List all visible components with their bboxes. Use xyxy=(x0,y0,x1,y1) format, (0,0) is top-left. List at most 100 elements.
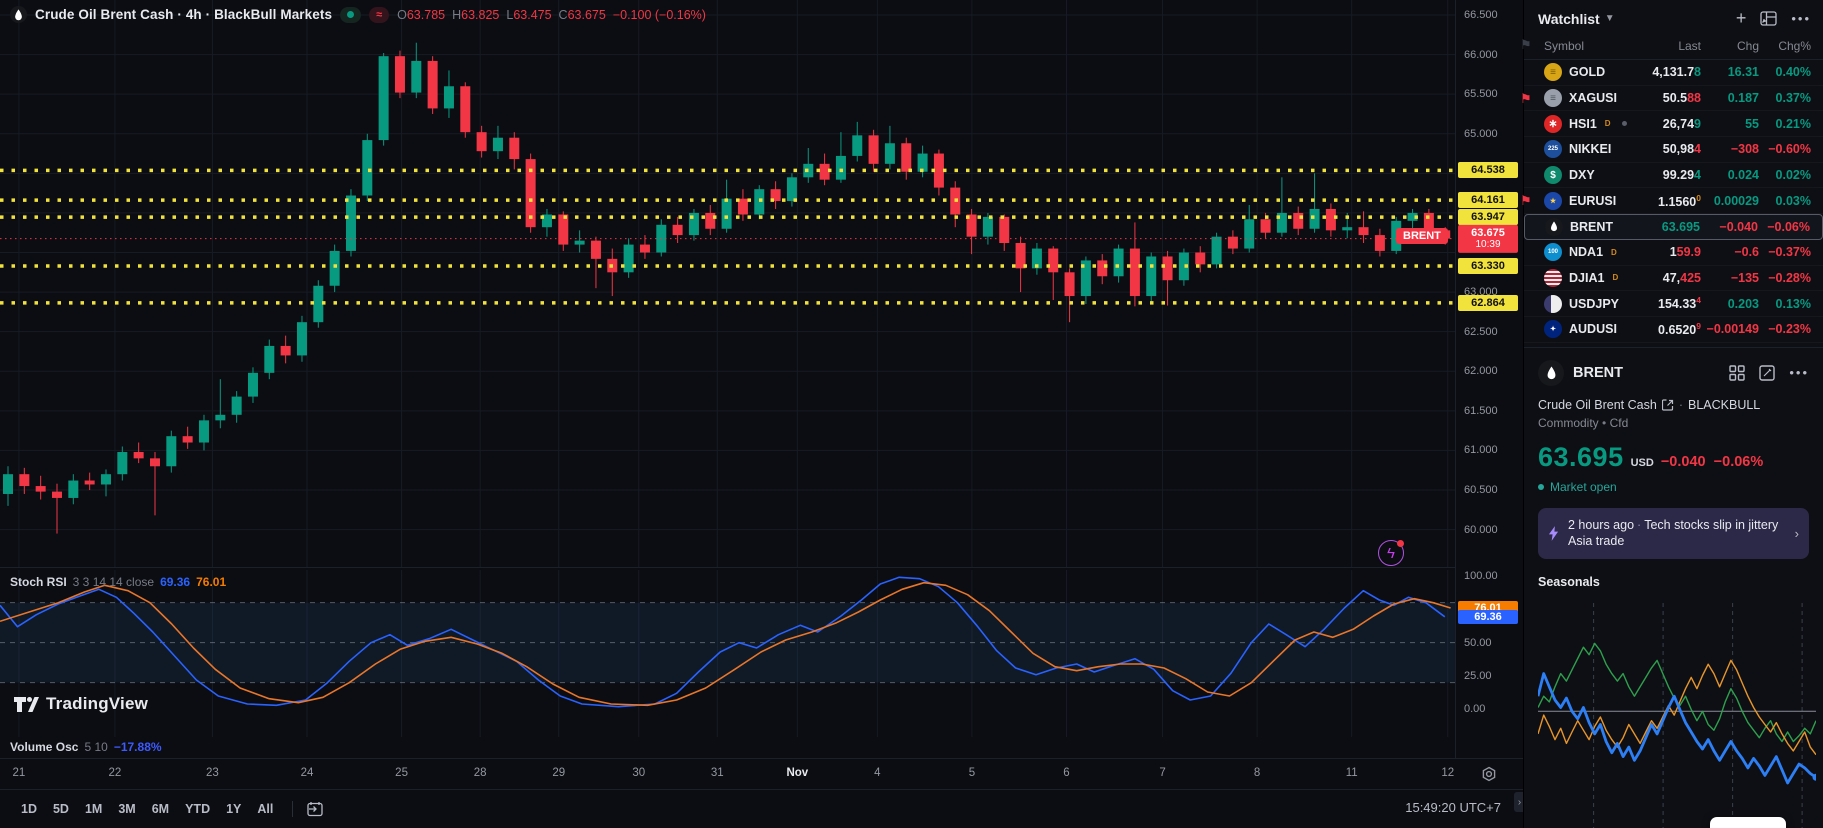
watchlist-row-eurusi[interactable]: ⚑★EURUSI1.156000.000290.03% xyxy=(1524,188,1823,214)
time-tick: 12 xyxy=(1441,767,1454,779)
symbol-name: AUDUSI xyxy=(1569,322,1617,336)
watchlist-row-brent[interactable]: BRENT63.695−0.040−0.06% xyxy=(1524,214,1823,240)
symbol-name: DXY xyxy=(1569,168,1595,182)
tradingview-app: Crude Oil Brent Cash · 4h · BlackBull Ma… xyxy=(0,0,1823,828)
tradingview-logo[interactable]: TradingView xyxy=(13,694,148,714)
watchlist-header: Watchlist▼ + ••• xyxy=(1524,0,1823,35)
chg-value: −0.040 xyxy=(1700,220,1758,234)
watchlist-row-audusi[interactable]: ✦AUDUSI0.65209−0.00149−0.23% xyxy=(1524,317,1823,343)
flag-column-icon[interactable]: ⚑ xyxy=(1520,37,1532,53)
watchlist-title-menu[interactable]: Watchlist▼ xyxy=(1538,11,1615,27)
news-card[interactable]: 2 hours ago·Tech stocks slip in jittery … xyxy=(1538,508,1809,560)
symbol-name: NDA1 xyxy=(1569,245,1603,259)
watchlist-columns: ⚑ Symbol Last Chg Chg% xyxy=(1524,35,1823,60)
detail-price: 63.695 xyxy=(1538,442,1624,473)
chg-pct-value: 0.03% xyxy=(1759,194,1811,208)
chart-region: Crude Oil Brent Cash · 4h · BlackBull Ma… xyxy=(0,0,1523,828)
price-tick: 25.00 xyxy=(1464,670,1492,682)
range-6m[interactable]: 6M xyxy=(145,798,176,820)
watchlist-row-dxy[interactable]: $DXY99.2940.0240.02% xyxy=(1524,163,1823,189)
chart-canvas[interactable] xyxy=(0,0,1455,758)
time-tick: 7 xyxy=(1159,767,1165,779)
flag-icon[interactable]: ⚑ xyxy=(1520,91,1532,107)
chart-legend: Crude Oil Brent Cash · 4h · BlackBull Ma… xyxy=(10,6,706,23)
price-tag: 62.864 xyxy=(1458,295,1518,311)
visibility-toggle-icon[interactable] xyxy=(340,7,361,23)
seasonals-title: Seasonals xyxy=(1538,575,1817,589)
watchlist-row-usdjpy[interactable]: USDJPY154.3340.2030.13% xyxy=(1524,291,1823,317)
chg-pct-value: 0.02% xyxy=(1759,168,1811,182)
time-tick: 21 xyxy=(13,767,26,779)
range-3m[interactable]: 3M xyxy=(111,798,142,820)
chg-pct-value: 0.37% xyxy=(1759,91,1811,105)
clock[interactable]: 15:49:20 UTC+7 xyxy=(1405,800,1501,815)
audusi-icon: ✦ xyxy=(1544,320,1562,338)
add-symbol-icon[interactable]: + xyxy=(1736,8,1747,29)
chg-pct-value: −0.37% xyxy=(1759,245,1811,259)
edit-icon[interactable] xyxy=(1759,365,1775,381)
chg-value: −135 xyxy=(1701,271,1759,285)
stoch-rsi-legend: Stoch RSI 3 3 14 14 close 69.36 76.01 xyxy=(10,575,226,589)
last-value: 63.695 xyxy=(1638,220,1700,234)
tradingview-logo-icon xyxy=(13,696,39,713)
price-axis[interactable]: 66.50066.00065.50065.00063.00062.50062.0… xyxy=(1455,0,1521,758)
watchlist-row-gold[interactable]: ≡GOLD4,131.7816.310.40% xyxy=(1524,60,1823,86)
chart-title[interactable]: Crude Oil Brent Cash · 4h · BlackBull Ma… xyxy=(35,7,332,22)
wave-toggle-icon[interactable]: ≈ xyxy=(369,7,389,23)
price-tag: 69.36 xyxy=(1458,610,1518,624)
price-tick: 61.500 xyxy=(1464,405,1498,417)
column-symbol[interactable]: Symbol xyxy=(1544,39,1639,53)
chg-pct-value: −0.06% xyxy=(1758,220,1810,234)
range-ytd[interactable]: YTD xyxy=(178,798,217,820)
column-last[interactable]: Last xyxy=(1639,39,1701,53)
time-axis[interactable]: 212223242528293031Nov456781112 xyxy=(0,758,1523,789)
external-link-icon[interactable] xyxy=(1662,399,1674,411)
time-tick: 23 xyxy=(206,767,219,779)
last-value: 26,749 xyxy=(1639,117,1701,131)
time-tick: 6 xyxy=(1063,767,1069,779)
spark-button[interactable]: ϟ xyxy=(1378,540,1404,566)
chg-value: 0.203 xyxy=(1701,297,1759,311)
market-open-dot-icon xyxy=(1538,484,1544,490)
watchlist-row-nda1[interactable]: 100NDA1D159.9−0.6−0.37% xyxy=(1524,240,1823,266)
delayed-badge: D xyxy=(1611,248,1617,257)
symbol-name: GOLD xyxy=(1569,65,1605,79)
watchlist-more-icon[interactable]: ••• xyxy=(1791,11,1811,26)
range-1d[interactable]: 1D xyxy=(14,798,44,820)
range-1m[interactable]: 1M xyxy=(78,798,109,820)
detail-more-icon[interactable]: ••• xyxy=(1789,365,1809,381)
seasonals-chart[interactable]: ITRoom xyxy=(1538,599,1817,828)
detail-description[interactable]: Crude Oil Brent Cash xyxy=(1538,398,1657,412)
time-tick: 25 xyxy=(395,767,408,779)
itroom-tooltip: ITRoom xyxy=(1710,817,1786,828)
price-tick: 65.500 xyxy=(1464,88,1498,100)
last-value: 1.15600 xyxy=(1639,193,1701,209)
column-chg[interactable]: Chg xyxy=(1701,39,1759,53)
open-list-icon[interactable] xyxy=(1760,11,1777,26)
axis-settings-icon[interactable] xyxy=(1479,764,1499,784)
watchlist-rows: ≡GOLD4,131.7816.310.40%⚑≡XAGUSI50.5880.1… xyxy=(1524,60,1823,343)
time-tick: 31 xyxy=(711,767,724,779)
flag-icon[interactable]: ⚑ xyxy=(1520,193,1532,209)
chg-pct-value: 0.21% xyxy=(1759,117,1811,131)
range-all[interactable]: All xyxy=(250,798,280,820)
watchlist-row-nikkei[interactable]: 225NIKKEI50,984−308−0.60% xyxy=(1524,137,1823,163)
watchlist-row-hsi1[interactable]: ∗HSI1D26,749550.21% xyxy=(1524,111,1823,137)
watchlist-row-xagusi[interactable]: ⚑≡XAGUSI50.5880.1870.37% xyxy=(1524,86,1823,112)
xagusi-icon: ≡ xyxy=(1544,89,1562,107)
layout-grid-icon[interactable] xyxy=(1729,365,1745,381)
range-5d[interactable]: 5D xyxy=(46,798,76,820)
range-1y[interactable]: 1Y xyxy=(219,798,248,820)
price-tick: 61.000 xyxy=(1464,444,1498,456)
chg-pct-value: −0.23% xyxy=(1759,322,1811,336)
detail-exchange: BLACKBULL xyxy=(1688,398,1760,412)
news-headline: 2 hours ago·Tech stocks slip in jittery … xyxy=(1568,517,1786,551)
status-dot-icon xyxy=(1622,121,1627,126)
time-tick: 28 xyxy=(474,767,487,779)
symbol-name: DJIA1 xyxy=(1569,271,1604,285)
last-value: 0.65209 xyxy=(1639,321,1701,337)
watchlist-row-djia1[interactable]: DJIA1D47,425−135−0.28% xyxy=(1524,266,1823,292)
market-status: Market open xyxy=(1538,480,1809,494)
column-chg-pct[interactable]: Chg% xyxy=(1759,39,1811,53)
go-to-date-icon[interactable] xyxy=(305,801,324,818)
